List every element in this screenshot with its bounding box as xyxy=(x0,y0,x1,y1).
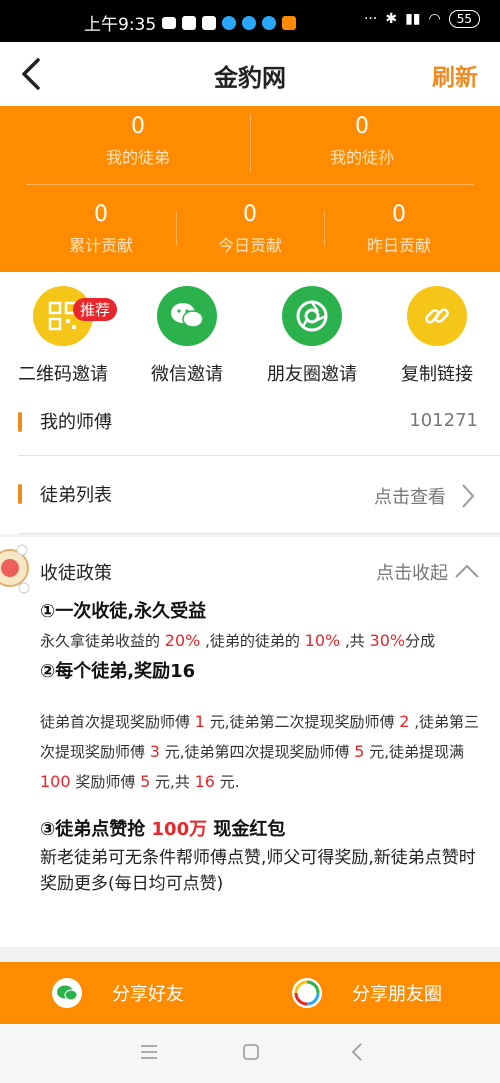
share-friends-label: 分享好友 xyxy=(112,984,184,1005)
app-icon xyxy=(242,15,257,30)
status-time: 上午9:35 xyxy=(84,15,157,35)
row-label: 徒弟列表 xyxy=(40,485,112,506)
play-store-icon xyxy=(182,15,197,30)
stat-label: 累计贡献 xyxy=(68,236,133,255)
app-icon xyxy=(202,15,217,30)
stat-value: 0 xyxy=(392,202,406,227)
wechat-icon xyxy=(171,303,204,328)
chevron-right-icon xyxy=(462,484,475,508)
status-bar: 上午9:35 ··· ✱ ▮▮ ◠ 55 xyxy=(0,0,500,42)
chevron-up-icon[interactable] xyxy=(454,563,480,579)
row-label: 我的师傅 xyxy=(40,412,112,433)
mascot-float[interactable] xyxy=(0,532,38,604)
share-moments-button[interactable]: 分享朋友圈 xyxy=(292,962,442,1024)
invite-options: 二维码邀请 推荐 微信邀请 朋友圈邀请 复制链接 xyxy=(0,272,500,396)
app-icon xyxy=(262,15,277,30)
divider xyxy=(250,114,251,172)
policy-text: 徒弟首次提现奖励师傅 1 元,徒弟第二次提现奖励师傅 2 ,徒弟第三次提现奖励师… xyxy=(40,712,480,791)
invite-label: 微信邀请 xyxy=(151,364,223,385)
message-icon xyxy=(162,16,177,29)
stat-label: 昨日贡献 xyxy=(366,236,431,255)
wechat-invite-button[interactable]: 微信邀请 xyxy=(125,286,249,386)
policy-body: ①一次收徒,永久受益 永久拿徒弟收益的 20% ,徒弟的徒弟的 10% ,共 3… xyxy=(40,597,480,897)
invite-label: 复制链接 xyxy=(401,364,473,385)
app-icon xyxy=(222,15,237,30)
policy-heading: ②每个徒弟,奖励16 xyxy=(40,661,196,682)
share-moments-label: 分享朋友圈 xyxy=(352,984,442,1005)
share-bar: 分享好友 分享朋友圈 xyxy=(0,962,500,1024)
moments-invite-button[interactable]: 朋友圈邀请 xyxy=(250,286,374,386)
stat-label: 今日贡献 xyxy=(217,236,282,255)
divider xyxy=(18,533,500,534)
battery-indicator: 55 xyxy=(448,10,480,28)
refresh-button[interactable]: 刷新 xyxy=(432,58,478,92)
wifi-icon: ◠ xyxy=(428,11,441,27)
stat-yesterday-contribution: 0 昨日贡献 xyxy=(324,202,474,256)
system-nav-bar xyxy=(0,1024,500,1083)
policy-title: 收徒政策 xyxy=(40,563,112,584)
collapse-link[interactable]: 点击收起 xyxy=(376,559,448,585)
policy-text: 新老徒弟可无条件帮师傅点赞,师父可得奖励,新徒弟点赞时奖励更多(每日均可点赞) xyxy=(40,848,476,894)
stat-value: 0 xyxy=(94,202,108,227)
wechat-icon xyxy=(52,978,82,1008)
app-header: 金豹网 刷新 xyxy=(0,42,500,106)
section-marker xyxy=(18,484,22,504)
copy-link-button[interactable]: 复制链接 xyxy=(375,286,499,386)
divider xyxy=(26,184,474,185)
stat-my-apprentice[interactable]: 0 我的徒弟 xyxy=(38,114,238,168)
section-marker xyxy=(18,412,22,432)
menu-icon[interactable] xyxy=(140,1044,158,1060)
qr-invite-button[interactable]: 二维码邀请 推荐 xyxy=(1,286,125,386)
stat-label: 我的徒弟 xyxy=(105,148,170,167)
stats-panel: 0 我的徒弟 0 我的徒孙 0 累计贡献 0 今日贡献 0 昨日贡献 xyxy=(0,106,500,272)
link-icon xyxy=(425,308,449,324)
view-link[interactable]: 点击查看 xyxy=(374,483,446,509)
policy-text: 永久拿徒弟收益的 20% ,徒弟的徒弟的 10% ,共 30%分成 xyxy=(40,631,436,650)
policy-heading: ③徒弟点赞抢 100万 现金红包 xyxy=(40,819,286,840)
bluetooth-icon: ✱ xyxy=(385,11,398,27)
more-icon: ··· xyxy=(363,11,378,27)
policy-heading: ①一次收徒,永久受益 xyxy=(40,601,207,622)
stat-value: 0 xyxy=(243,202,257,227)
stat-value: 0 xyxy=(131,114,145,139)
invite-label: 二维码邀请 xyxy=(18,364,108,385)
mascot-icon xyxy=(0,544,30,594)
my-master-row: 我的师傅 101271 xyxy=(0,396,500,456)
recommend-badge: 推荐 xyxy=(73,298,118,321)
invite-label: 朋友圈邀请 xyxy=(267,364,357,385)
stat-my-grand-apprentice[interactable]: 0 我的徒孙 xyxy=(262,114,462,168)
back-nav-icon[interactable] xyxy=(350,1042,364,1062)
apprentice-list-row[interactable]: 徒弟列表 点击查看 xyxy=(0,456,500,534)
home-icon[interactable] xyxy=(242,1043,260,1061)
stat-label: 我的徒孙 xyxy=(329,148,394,167)
moments-icon xyxy=(292,978,322,1008)
page-title: 金豹网 xyxy=(214,64,286,92)
signal-icon: ▮▮ xyxy=(405,11,421,27)
weibo-icon xyxy=(282,15,297,30)
share-friends-button[interactable]: 分享好友 xyxy=(52,962,184,1024)
stat-value: 0 xyxy=(355,114,369,139)
policy-section: 收徒政策 点击收起 ①一次收徒,永久受益 永久拿徒弟收益的 20% ,徒弟的徒弟… xyxy=(0,537,500,947)
camera-aperture-icon xyxy=(296,300,328,332)
stat-today-contribution: 0 今日贡献 xyxy=(176,202,324,256)
stat-total-contribution: 0 累计贡献 xyxy=(26,202,176,256)
master-id: 101271 xyxy=(409,410,478,431)
